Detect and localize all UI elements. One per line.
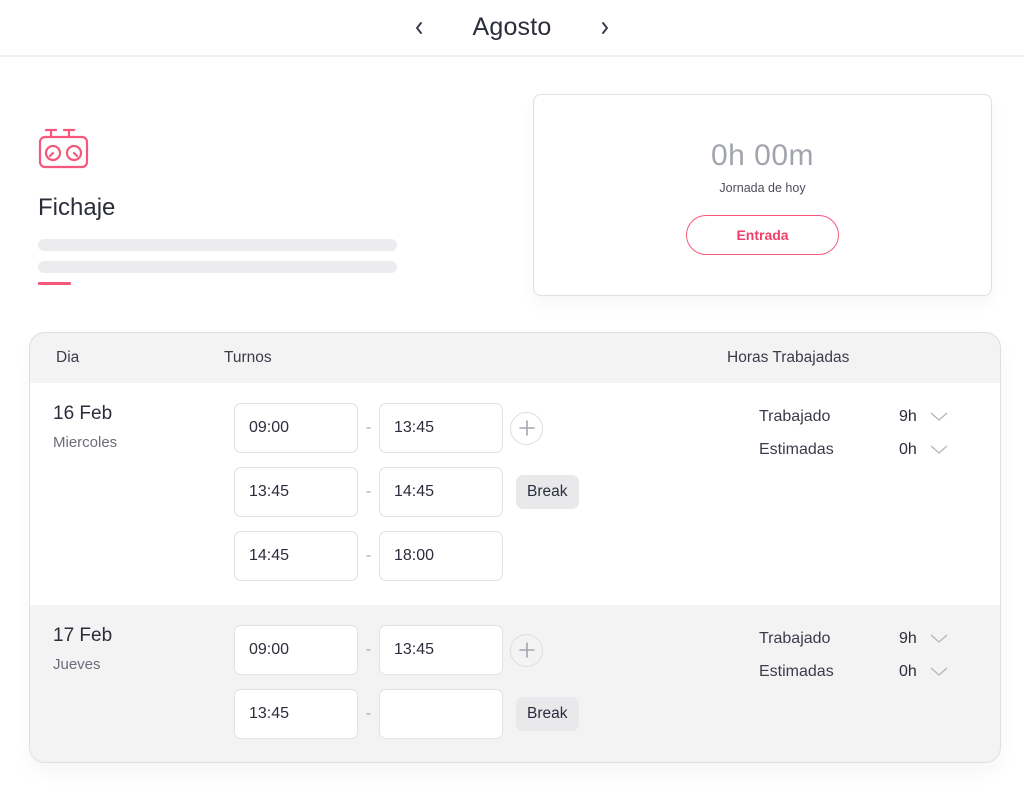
chevron-down-icon[interactable] xyxy=(929,443,949,457)
range-separator: - xyxy=(365,483,372,500)
shift-entry: - xyxy=(234,531,503,581)
chevron-down-icon[interactable] xyxy=(929,410,949,424)
shift-entry: - xyxy=(234,403,543,453)
today-time: 0h 00m xyxy=(710,139,815,172)
month-title: Agosto xyxy=(472,13,552,41)
estimated-value: 0h xyxy=(899,440,917,458)
next-month-button[interactable] xyxy=(590,13,620,43)
shift-end-input[interactable] xyxy=(379,531,503,581)
chevron-down-icon[interactable] xyxy=(929,632,949,646)
estimated-value: 0h xyxy=(899,662,917,680)
break-button[interactable]: Break xyxy=(516,475,579,509)
table-row: 17 Feb Jueves - - Break Trabajado 9h Est… xyxy=(30,605,1000,762)
hours-summary: Trabajado 9h Estimadas 0h xyxy=(759,400,959,466)
skeleton-line xyxy=(38,239,397,251)
column-header-shifts: Turnos xyxy=(224,349,272,366)
shift-end-input[interactable] xyxy=(379,403,503,453)
add-shift-button[interactable] xyxy=(510,633,543,667)
chevron-left-icon xyxy=(416,21,423,34)
shift-entry: - xyxy=(234,625,543,675)
worked-hours: Trabajado 9h xyxy=(759,400,959,433)
break-button[interactable]: Break xyxy=(516,697,579,731)
worked-value: 9h xyxy=(899,629,917,647)
worked-label: Trabajado xyxy=(759,407,831,425)
day-weekday: Jueves xyxy=(53,656,101,673)
plus-icon xyxy=(518,420,535,436)
plus-icon xyxy=(518,642,535,658)
clock-in-button[interactable]: Entrada xyxy=(686,215,839,255)
shift-entry: - Break xyxy=(234,467,579,517)
accent-divider xyxy=(38,282,71,285)
prev-month-button[interactable] xyxy=(404,13,434,43)
skeleton-line xyxy=(38,261,397,273)
shift-start-input[interactable] xyxy=(234,531,358,581)
month-navigation: Agosto xyxy=(0,0,1024,57)
chess-clock-icon xyxy=(38,128,89,169)
estimated-hours: Estimadas 0h xyxy=(759,433,959,466)
shift-end-input[interactable] xyxy=(379,689,503,739)
shift-entry: - Break xyxy=(234,689,579,739)
worked-value: 9h xyxy=(899,407,917,425)
table-row: 16 Feb Miercoles - - Break - Trabajado 9… xyxy=(30,383,1000,605)
column-header-hours: Horas Trabajadas xyxy=(727,349,850,366)
shift-start-input[interactable] xyxy=(234,625,358,675)
range-separator: - xyxy=(365,419,372,436)
estimated-label: Estimadas xyxy=(759,440,834,458)
shift-end-input[interactable] xyxy=(379,625,503,675)
day-weekday: Miercoles xyxy=(53,434,118,451)
table-header: Dia Turnos Horas Trabajadas xyxy=(30,333,1000,383)
estimated-hours: Estimadas 0h xyxy=(759,655,959,688)
page-header: Fichaje xyxy=(38,128,398,285)
chevron-right-icon xyxy=(601,21,608,34)
shift-end-input[interactable] xyxy=(379,467,503,517)
day-date: 17 Feb xyxy=(53,625,113,646)
page-title: Fichaje xyxy=(38,194,116,221)
today-label: Jornada de hoy xyxy=(719,181,806,195)
shift-start-input[interactable] xyxy=(234,689,358,739)
worked-hours: Trabajado 9h xyxy=(759,622,959,655)
column-header-day: Dia xyxy=(56,349,80,366)
range-separator: - xyxy=(365,547,372,564)
hours-summary: Trabajado 9h Estimadas 0h xyxy=(759,622,959,688)
timesheet-table: Dia Turnos Horas Trabajadas 16 Feb Mierc… xyxy=(29,332,1001,763)
today-summary-card: 0h 00m Jornada de hoy Entrada xyxy=(533,94,992,296)
worked-label: Trabajado xyxy=(759,629,831,647)
add-shift-button[interactable] xyxy=(510,411,543,445)
range-separator: - xyxy=(365,705,372,722)
day-date: 16 Feb xyxy=(53,403,113,424)
chevron-down-icon[interactable] xyxy=(929,665,949,679)
shift-start-input[interactable] xyxy=(234,467,358,517)
shift-start-input[interactable] xyxy=(234,403,358,453)
range-separator: - xyxy=(365,641,372,658)
estimated-label: Estimadas xyxy=(759,662,834,680)
